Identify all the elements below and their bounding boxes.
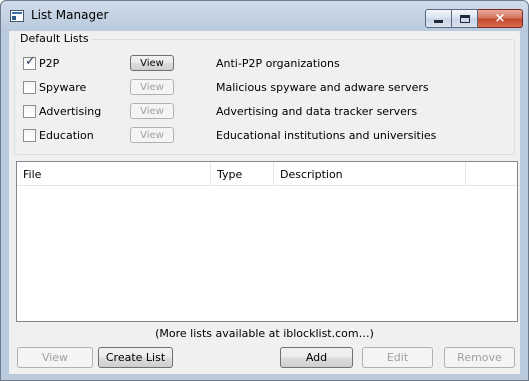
list-row-p2p: ✓ P2P View Anti-P2P organizations bbox=[15, 55, 514, 73]
edit-button[interactable]: Edit bbox=[362, 347, 433, 368]
p2p-view-button[interactable]: View bbox=[130, 55, 174, 71]
default-lists-group: Default Lists ✓ P2P View Anti-P2P organi… bbox=[14, 32, 515, 155]
minimize-button[interactable] bbox=[425, 9, 452, 28]
create-list-button[interactable]: Create List bbox=[98, 347, 173, 368]
minimize-icon bbox=[434, 20, 443, 23]
p2p-description: Anti-P2P organizations bbox=[216, 57, 340, 70]
p2p-checkbox[interactable]: ✓ bbox=[23, 54, 36, 70]
window-controls: × bbox=[425, 9, 523, 28]
maximize-icon bbox=[459, 14, 470, 23]
check-icon: ✓ bbox=[25, 54, 36, 69]
app-icon bbox=[10, 10, 24, 22]
education-view-button[interactable]: View bbox=[130, 127, 174, 143]
maximize-button[interactable] bbox=[452, 9, 478, 28]
column-header-description[interactable]: Description bbox=[274, 162, 466, 186]
p2p-label[interactable]: P2P bbox=[39, 57, 59, 70]
advertising-description: Advertising and data tracker servers bbox=[216, 105, 418, 118]
column-header-type[interactable]: Type bbox=[211, 162, 274, 186]
spyware-view-button[interactable]: View bbox=[130, 79, 174, 95]
advertising-view-button[interactable]: View bbox=[130, 103, 174, 119]
column-header-file[interactable]: File bbox=[17, 162, 211, 186]
education-description: Educational institutions and universitie… bbox=[216, 129, 437, 142]
spyware-label[interactable]: Spyware bbox=[39, 81, 86, 94]
table-header: File Type Description bbox=[17, 162, 517, 186]
advertising-checkbox[interactable] bbox=[23, 105, 36, 118]
education-label[interactable]: Education bbox=[39, 129, 94, 142]
default-lists-title: Default Lists bbox=[17, 32, 92, 45]
window-title: List Manager bbox=[31, 8, 109, 22]
close-button[interactable]: × bbox=[478, 9, 523, 28]
title-bar[interactable]: List Manager × bbox=[1, 1, 528, 31]
advertising-label[interactable]: Advertising bbox=[39, 105, 101, 118]
dialog-client-area: Default Lists ✓ P2P View Anti-P2P organi… bbox=[9, 31, 520, 374]
add-button[interactable]: Add bbox=[280, 347, 353, 368]
remove-button[interactable]: Remove bbox=[444, 347, 515, 368]
list-row-spyware: Spyware View Malicious spyware and adwar… bbox=[15, 79, 514, 97]
list-row-education: Education View Educational institutions … bbox=[15, 127, 514, 145]
more-lists-link[interactable]: (More lists available at iblocklist.com…… bbox=[9, 327, 520, 340]
list-manager-window: List Manager × Default Lists ✓ P2P View … bbox=[0, 0, 529, 381]
lists-table[interactable]: File Type Description bbox=[16, 161, 518, 322]
close-icon: × bbox=[494, 11, 506, 26]
spyware-description: Malicious spyware and adware servers bbox=[216, 81, 429, 94]
spyware-checkbox[interactable] bbox=[23, 81, 36, 94]
list-row-advertising: Advertising View Advertising and data tr… bbox=[15, 103, 514, 121]
view-button[interactable]: View bbox=[17, 347, 93, 368]
education-checkbox[interactable] bbox=[23, 129, 36, 142]
